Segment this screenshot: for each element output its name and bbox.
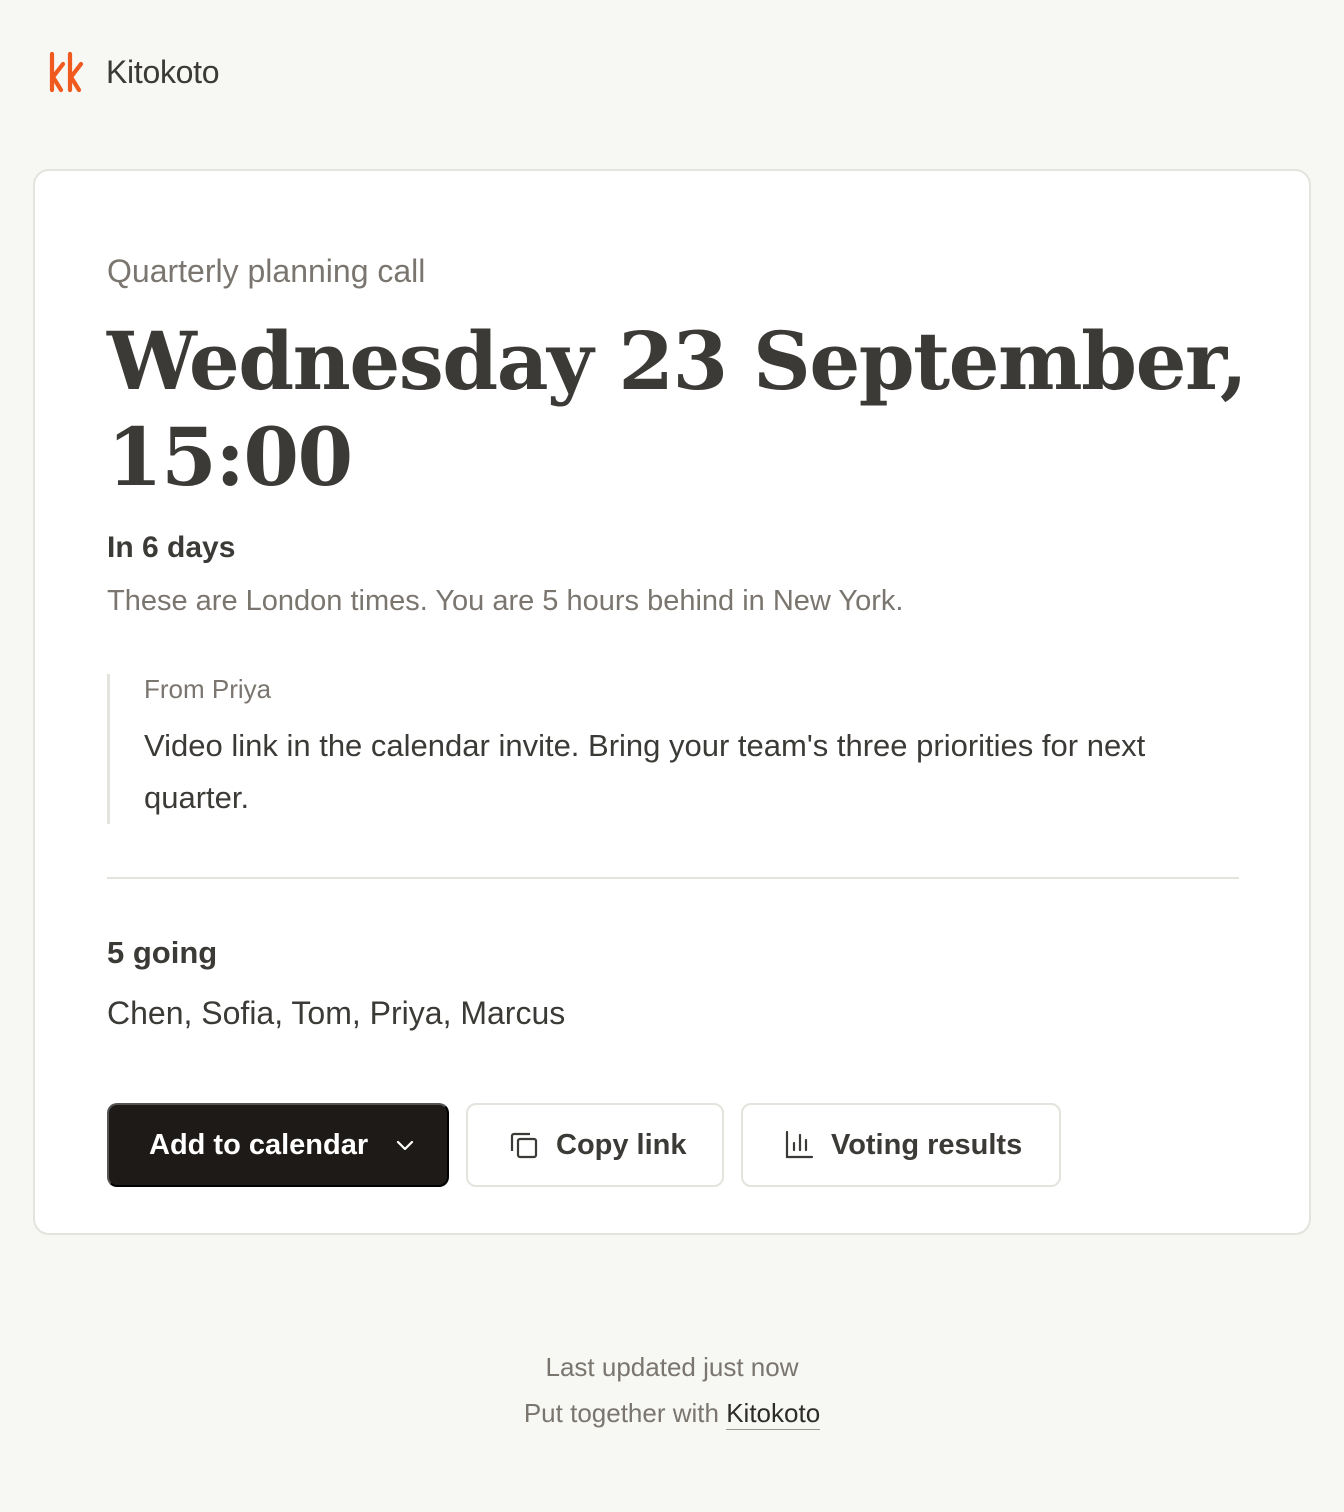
event-time: 15:00 xyxy=(107,410,353,504)
event-name: Quarterly planning call xyxy=(107,253,426,289)
attendee-list: Chen, Sofia, Tom, Priya, Marcus xyxy=(107,995,566,1031)
voting-results-button[interactable]: Voting results xyxy=(741,1103,1061,1187)
event-date: Wednesday 23 September, xyxy=(107,314,1248,408)
site-header: Kitokoto xyxy=(48,50,220,94)
kitokoto-link[interactable]: Kitokoto xyxy=(726,1398,821,1430)
divider xyxy=(107,877,1239,879)
event-card: Quarterly planning call Wednesday 23 Sep… xyxy=(33,169,1311,1235)
relative-time: In 6 days xyxy=(107,531,236,564)
credit-line: Put together with Kitokoto xyxy=(0,1396,1344,1430)
action-bar: Add to calendar Copy link Voting results xyxy=(107,1103,1061,1187)
event-datetime: Wednesday 23 September, 15:00 xyxy=(107,313,1248,505)
kk-logo-icon[interactable] xyxy=(48,50,88,94)
credit-prefix: Put together with xyxy=(523,1398,719,1428)
add-to-calendar-label: Add to calendar xyxy=(149,1128,369,1161)
host-message: From Priya Video link in the calendar in… xyxy=(107,674,1217,824)
copy-link-button[interactable]: Copy link xyxy=(466,1103,724,1187)
chevron-down-icon xyxy=(397,1140,414,1151)
add-to-calendar-button[interactable]: Add to calendar xyxy=(107,1103,449,1187)
timezone-note: These are London times. You are 5 hours … xyxy=(107,585,904,617)
last-updated: Last updated just now xyxy=(545,1352,799,1382)
copy-icon xyxy=(510,1132,538,1159)
voting-results-label: Voting results xyxy=(831,1128,1023,1161)
going-count: 5 going xyxy=(107,935,218,970)
copy-link-label: Copy link xyxy=(556,1128,687,1161)
bar-chart-icon xyxy=(785,1130,814,1159)
message-body: Video link in the calendar invite. Bring… xyxy=(144,728,1146,815)
message-author: From Priya xyxy=(144,674,272,704)
brand-name[interactable]: Kitokoto xyxy=(106,54,220,91)
page-footer: Last updated just now Put together with … xyxy=(0,1350,1344,1430)
